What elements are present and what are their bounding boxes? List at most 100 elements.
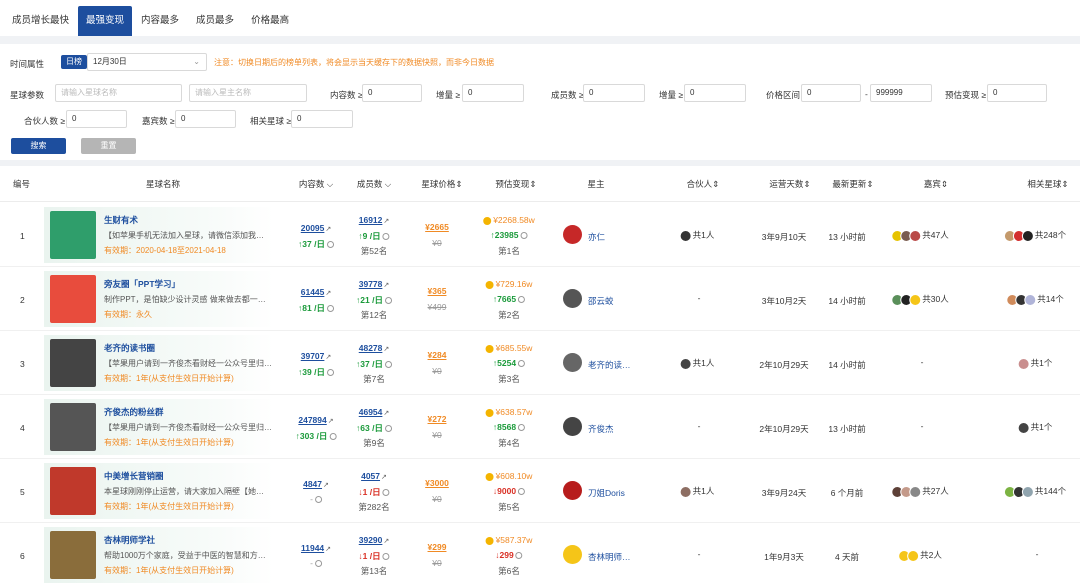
related-cell[interactable]: 共1个 bbox=[1017, 357, 1052, 370]
related-cell[interactable]: 共1个 bbox=[1017, 421, 1052, 434]
search-button[interactable]: 搜索 bbox=[11, 138, 66, 154]
related-cell[interactable]: 共248个 bbox=[1003, 229, 1066, 242]
partners-cell[interactable]: 共1人 bbox=[679, 485, 714, 498]
partners-cell[interactable]: - bbox=[694, 549, 701, 559]
header-related[interactable]: 相关星球⇕ bbox=[1027, 166, 1068, 202]
content-count[interactable]: 39707↗ bbox=[301, 351, 332, 361]
owner-name[interactable]: 邵云蛟 bbox=[588, 295, 614, 307]
price-max-input[interactable]: 999999 bbox=[870, 84, 932, 102]
planet-name[interactable]: 老齐的读书圈 bbox=[104, 342, 155, 354]
params-label: 星球参数 bbox=[10, 90, 45, 100]
header-price[interactable]: 星球价格⇕ bbox=[421, 166, 462, 202]
members-count[interactable]: 48278↗ bbox=[359, 343, 390, 353]
owner-name-input[interactable]: 请输入星主名称 bbox=[189, 84, 307, 102]
planet-price[interactable]: ¥365 bbox=[428, 286, 447, 296]
owner-avatar[interactable] bbox=[563, 481, 582, 500]
members-growth-input[interactable]: 0 bbox=[684, 84, 746, 102]
planet-name-input[interactable]: 请输入星球名称 bbox=[55, 84, 182, 102]
planet-price[interactable]: ¥299 bbox=[428, 542, 447, 552]
old-price: ¥0 bbox=[432, 494, 442, 504]
owner-name[interactable]: 亦仁 bbox=[588, 231, 605, 243]
members-count[interactable]: 46954↗ bbox=[359, 407, 390, 417]
table-row[interactable]: 2 旁友圈「PPT学习」 制作PPT，是怕缺少设计灵感 做来做去都一… 有效期：… bbox=[0, 267, 1080, 331]
date-value: 12月30日 bbox=[93, 57, 127, 66]
planet-name[interactable]: 杏林明师学社 bbox=[104, 534, 155, 546]
clock-icon bbox=[518, 360, 526, 368]
planet-name[interactable]: 齐俊杰的粉丝群 bbox=[104, 406, 164, 418]
table-row[interactable]: 4 齐俊杰的粉丝群 【苹果用户请到一齐俊杰看财经一公众号里归… 有效期：1年(从… bbox=[0, 395, 1080, 459]
header-partners[interactable]: 合伙人⇕ bbox=[687, 166, 720, 202]
table-row[interactable]: 1 生财有术 【如苹果手机无法加入星球，请微信添加我… 有效期：2020-04-… bbox=[0, 203, 1080, 267]
planet-price[interactable]: ¥3000 bbox=[425, 478, 449, 488]
members-count[interactable]: 16912↗ bbox=[359, 215, 390, 225]
partners-cell[interactable]: 共1人 bbox=[679, 357, 714, 370]
owner-avatar[interactable] bbox=[563, 225, 582, 244]
owner-name[interactable]: 刀姐Doris bbox=[588, 487, 625, 499]
partners-cell[interactable]: - bbox=[694, 421, 701, 431]
owner-name[interactable]: 老齐的读… bbox=[588, 359, 631, 371]
content-count[interactable]: 61445↗ bbox=[301, 287, 332, 297]
content-filter-input[interactable]: 0 bbox=[362, 84, 422, 102]
table-row[interactable]: 6 杏林明师学社 帮助1000万个家庭，受益于中医的智慧和方… 有效期：1年(从… bbox=[0, 523, 1080, 586]
date-select[interactable]: 12月30日 ⌄ bbox=[87, 53, 207, 71]
header-content[interactable]: 内容数 ⌵ bbox=[299, 166, 333, 202]
members-rank: 第13名 bbox=[360, 566, 388, 576]
members-count[interactable]: 4057↗ bbox=[361, 471, 387, 481]
guests-cell[interactable]: 共47人 bbox=[891, 229, 949, 242]
est-rank: 第2名 bbox=[498, 310, 520, 320]
tab-4[interactable]: 价格最高 bbox=[243, 6, 297, 36]
members-count[interactable]: 39778↗ bbox=[359, 279, 390, 289]
header-est[interactable]: 预估变现⇕ bbox=[495, 166, 536, 202]
planet-name[interactable]: 旁友圈「PPT学习」 bbox=[104, 278, 180, 290]
owner-avatar[interactable] bbox=[563, 545, 582, 564]
related-cell[interactable]: 共14个 bbox=[1006, 293, 1064, 306]
tab-1[interactable]: 最强变现 bbox=[78, 6, 133, 36]
planet-price[interactable]: ¥2665 bbox=[425, 222, 449, 232]
guests-cell[interactable]: 共30人 bbox=[891, 293, 949, 306]
guests-cell[interactable]: 共27人 bbox=[891, 485, 949, 498]
owner-name[interactable]: 齐俊杰 bbox=[588, 423, 614, 435]
content-count[interactable]: 247894↗ bbox=[298, 415, 333, 425]
members-count[interactable]: 39290↗ bbox=[359, 535, 390, 545]
header-updated[interactable]: 最新更新⇕ bbox=[832, 166, 873, 202]
partners-filter-input[interactable]: 0 bbox=[66, 110, 127, 128]
content-count[interactable]: 20095↗ bbox=[301, 223, 332, 233]
content-delta: ↑39 /日 bbox=[298, 366, 334, 378]
guests-cell[interactable]: - bbox=[917, 357, 924, 367]
header-owner: 星主 bbox=[587, 179, 605, 189]
owner-avatar[interactable] bbox=[563, 417, 582, 436]
guests-cell[interactable]: 共2人 bbox=[898, 549, 942, 562]
content-count[interactable]: 11944↗ bbox=[301, 543, 331, 553]
header-members[interactable]: 成员数 ⌵ bbox=[357, 166, 391, 202]
tab-3[interactable]: 成员最多 bbox=[188, 6, 242, 36]
planet-name[interactable]: 生财有术 bbox=[104, 214, 138, 226]
header-guests[interactable]: 嘉宾⇕ bbox=[924, 166, 948, 202]
related-cell[interactable]: 共144个 bbox=[1003, 485, 1066, 498]
content-count[interactable]: 4847↗ bbox=[303, 479, 329, 489]
owner-avatar[interactable] bbox=[563, 289, 582, 308]
planet-price[interactable]: ¥272 bbox=[428, 414, 447, 424]
planet-price[interactable]: ¥284 bbox=[428, 350, 447, 360]
reset-button[interactable]: 重置 bbox=[81, 138, 136, 154]
table-row[interactable]: 5 中美增长营销圈 本星球刚刚停止运营，请大家加入隔壁【她… 有效期：1年(从支… bbox=[0, 459, 1080, 523]
price-min-input[interactable]: 0 bbox=[801, 84, 861, 102]
header-index: 编号 bbox=[13, 179, 31, 189]
partners-cell[interactable]: - bbox=[694, 293, 701, 303]
planet-name[interactable]: 中美增长营销圈 bbox=[104, 470, 164, 482]
members-filter-input[interactable]: 0 bbox=[583, 84, 645, 102]
related-filter-input[interactable]: 0 bbox=[291, 110, 353, 128]
owner-name[interactable]: 杏林明师… bbox=[588, 551, 631, 563]
est-filter-input[interactable]: 0 bbox=[987, 84, 1047, 102]
tab-0[interactable]: 成员增长最快 bbox=[4, 6, 77, 36]
content-growth-input[interactable]: 0 bbox=[462, 84, 524, 102]
related-cell[interactable]: - bbox=[1032, 549, 1039, 559]
header-days[interactable]: 运营天数⇕ bbox=[769, 166, 810, 202]
owner-avatar[interactable] bbox=[563, 353, 582, 372]
guests-cell[interactable]: - bbox=[917, 421, 924, 431]
table-row[interactable]: 3 老齐的读书圈 【苹果用户请到一齐俊杰看财经一公众号里归… 有效期：1年(从支… bbox=[0, 331, 1080, 395]
partners-cell[interactable]: 共1人 bbox=[679, 229, 714, 242]
tab-2[interactable]: 内容最多 bbox=[133, 6, 187, 36]
est-delta: ↑5254 bbox=[493, 358, 526, 368]
daily-pill[interactable]: 日榜 bbox=[61, 55, 87, 69]
guests-filter-input[interactable]: 0 bbox=[175, 110, 236, 128]
